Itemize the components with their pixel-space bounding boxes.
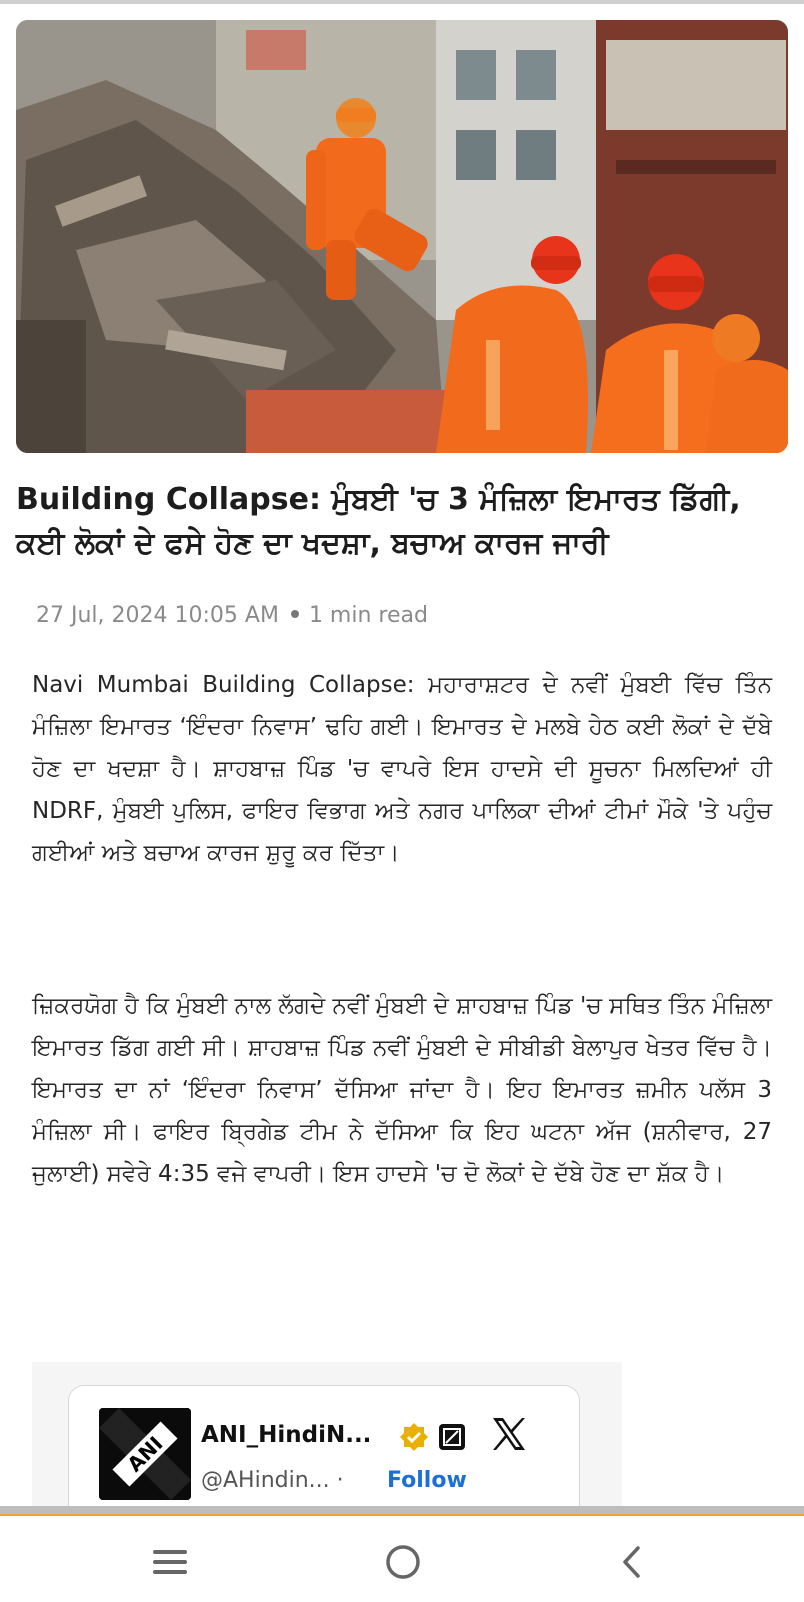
publish-date: 27 Jul, 2024 10:05 AM	[36, 603, 279, 628]
tweet-handle-text: @AHindin...	[201, 1468, 330, 1493]
ani-logo-icon: ANI	[99, 1408, 191, 1500]
home-circle-icon[interactable]	[378, 1536, 428, 1586]
verified-badge-icon	[400, 1423, 428, 1451]
meta-separator-dot	[290, 610, 299, 618]
system-navigation-bar	[0, 1514, 804, 1602]
menu-icon[interactable]	[145, 1536, 195, 1586]
back-chevron-icon[interactable]	[608, 1536, 658, 1586]
x-logo-icon[interactable]	[489, 1414, 529, 1454]
follow-link[interactable]: Follow	[387, 1468, 467, 1493]
article-paragraph: ਜ਼ਿਕਰਯੋਗ ਹੈ ਕਿ ਮੁੰਬਈ ਨਾਲ ਲੱਗਦੇ ਨਵੀਂ ਮੁੰਬ…	[32, 993, 772, 1187]
tweet-display-name[interactable]: ANI_HindiN...	[201, 1422, 371, 1448]
article-meta: 27 Jul, 2024 10:05 AM 1 min read	[36, 603, 428, 628]
ani-logo-avatar[interactable]: ANI	[99, 1408, 191, 1500]
bottom-divider	[0, 1506, 804, 1514]
article-headline: Building Collapse: ਮੁੰਬਈ 'ਚ 3 ਮੰਜ਼ਿਲਾ ਇਮ…	[16, 482, 741, 561]
article-paragraph: Navi Mumbai Building Collapse: ਮਹਾਰਾਸ਼ਟਰ…	[32, 672, 772, 866]
tweet-handle[interactable]: @AHindin... ·	[201, 1468, 344, 1493]
affiliate-badge-icon	[439, 1424, 465, 1450]
top-divider	[0, 0, 804, 4]
rescue-scene-illustration	[16, 20, 788, 453]
tweet-embed-card[interactable]: ANI ANI_HindiN... @AHindin... · Follow	[68, 1385, 580, 1506]
tweet-handle-separator: ·	[336, 1468, 344, 1493]
read-time: 1 min read	[308, 603, 428, 628]
article-hero-image[interactable]	[16, 20, 788, 453]
